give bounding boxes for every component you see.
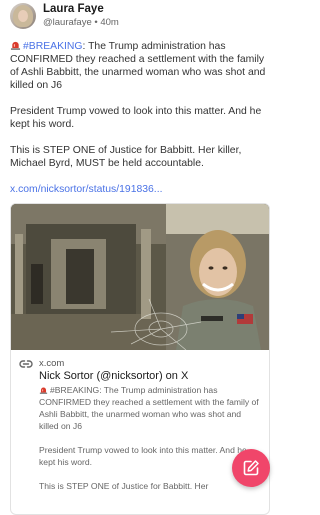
post-body: #BREAKING: The Trump administration has … <box>10 40 272 209</box>
link-description: #BREAKING: The Trump administration has … <box>39 384 263 504</box>
preview-photo-collage <box>11 204 269 350</box>
link-icon <box>19 360 33 368</box>
link-desc-paragraph-3: This is STEP ONE of Justice for Babbitt.… <box>39 481 209 491</box>
avatar[interactable] <box>10 3 36 29</box>
author-handle[interactable]: @laurafaye <box>43 17 92 28</box>
link-desc-paragraph-1: #BREAKING: The Trump administration has … <box>39 384 263 432</box>
link-domain: x.com <box>39 358 65 369</box>
compose-button[interactable] <box>232 449 270 487</box>
police-siren-icon <box>39 387 48 394</box>
post-paragraph-3: This is STEP ONE of Justice for Babbitt.… <box>10 145 242 169</box>
post-link[interactable]: x.com/nicksortor/status/191836... <box>10 183 272 196</box>
compose-pencil-icon <box>243 460 259 476</box>
link-desc-paragraph-2: President Trump vowed to look into this … <box>39 445 247 467</box>
author-name[interactable]: Laura Faye <box>43 3 104 15</box>
post-meta: @laurafaye • 40m <box>43 17 119 28</box>
link-desc-text-1: #BREAKING: The Trump administration has … <box>39 385 259 431</box>
police-siren-icon <box>10 41 21 50</box>
link-preview-image <box>11 204 269 350</box>
avatar-face <box>18 10 28 22</box>
post: Laura Faye @laurafaye • 40m #BREAKING: T… <box>0 0 279 515</box>
post-paragraph-1: #BREAKING: The Trump administration has … <box>10 40 272 92</box>
link-preview-card[interactable]: x.com Nick Sortor (@nicksortor) on X #BR… <box>10 203 270 515</box>
link-title[interactable]: Nick Sortor (@nicksortor) on X <box>39 370 188 382</box>
meta-separator: • <box>94 17 98 28</box>
post-time[interactable]: 40m <box>100 17 118 28</box>
breaking-hashtag[interactable]: #BREAKING <box>23 41 82 52</box>
post-paragraph-2: President Trump vowed to look into this … <box>10 106 262 130</box>
